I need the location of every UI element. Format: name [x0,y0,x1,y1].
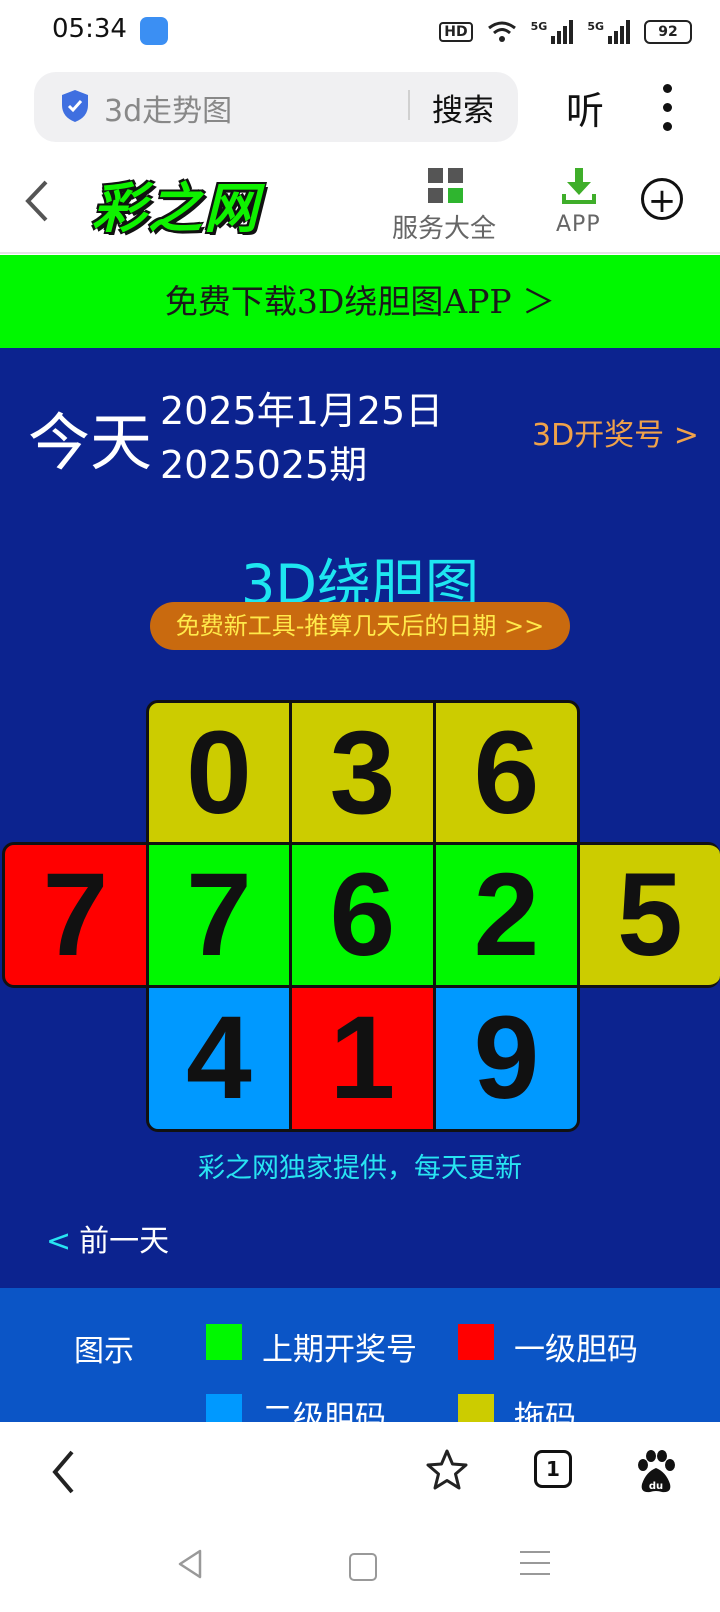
legend-swatch-blue [206,1394,242,1422]
download-icon[interactable] [561,166,597,206]
system-back-icon[interactable] [176,1548,204,1580]
date-tool-button[interactable]: 免费新工具-推算几天后的日期 >> [150,602,570,650]
number-cell-top-3: 6 [433,700,580,845]
tabs-count-button[interactable]: 1 [534,1450,572,1488]
app-label[interactable]: APP [556,212,601,237]
today-label: 今天 [28,406,153,479]
signal-1-icon: 5G [531,20,574,44]
number-cell-top-1: 0 [146,700,292,845]
legend-label-4: 拖码 [514,1400,576,1422]
search-divider [408,90,410,120]
wifi-icon [487,21,516,42]
site-logo[interactable]: 彩之网 [92,164,260,243]
battery-icon: 92 [644,20,692,44]
add-icon[interactable]: + [641,178,683,221]
number-cell-mid-1: 7 [2,842,149,988]
browser-toolbar [0,1422,720,1542]
weather-app-icon [140,17,168,45]
nav-back-icon[interactable] [50,1448,78,1496]
draw-date: 2025年1月25日 [160,389,444,433]
grid-icon[interactable] [428,168,464,204]
number-cell-top-2: 3 [289,700,436,845]
legend-swatch-red [458,1324,494,1360]
service-menu-label[interactable]: 服务大全 [392,208,496,245]
back-icon[interactable] [22,178,52,224]
status-time: 05:34 [52,14,127,44]
legend-label-3: 二级胆码 [262,1400,386,1422]
shield-icon [62,90,88,122]
kaijiang-link[interactable]: 3D开奖号 > [532,410,699,454]
number-cell-mid-2: 7 [146,842,292,988]
system-recents-icon[interactable] [520,1551,550,1584]
hd-icon: HD [439,22,473,42]
previous-day-link[interactable]: < 前一天 [46,1216,169,1260]
legend-label-1: 上期开奖号 [262,1332,417,1368]
number-cell-bottom-3: 9 [433,985,580,1132]
previous-arrow: < [46,1224,72,1259]
number-cell-mid-3: 6 [289,842,436,988]
search-button[interactable]: 搜索 [432,85,494,130]
legend-label-2: 一级胆码 [514,1332,638,1368]
baidu-paw-icon[interactable]: du [634,1448,678,1496]
number-cell-bottom-2: 1 [289,985,436,1132]
credit-text: 彩之网独家提供，每天更新 [198,1153,522,1184]
legend-title: 图示 [74,1334,134,1369]
svg-text:du: du [649,1481,663,1492]
signal-2-icon: 5G [587,20,630,44]
legend: 图示 上期开奖号 一级胆码 二级胆码 拖码 [0,1288,720,1422]
more-menu-icon[interactable] [662,84,672,131]
legend-swatch-green [206,1324,242,1360]
status-indicators: HD 5G 5G 92 [439,16,692,48]
bookmark-star-icon[interactable] [425,1448,469,1492]
listen-button[interactable]: 听 [566,80,604,135]
system-home-icon[interactable] [349,1553,377,1581]
number-cell-mid-5: 5 [577,842,720,988]
previous-day-label: 前一天 [79,1224,170,1259]
legend-swatch-yellow [458,1394,494,1422]
download-app-banner[interactable]: 免费下载3D绕胆图APP ＞ [0,255,720,348]
search-input[interactable]: 3d走势图 [104,86,232,130]
draw-issue: 2025025期 [160,443,368,487]
number-cell-bottom-1: 4 [146,985,292,1132]
number-cell-mid-4: 2 [433,842,580,988]
